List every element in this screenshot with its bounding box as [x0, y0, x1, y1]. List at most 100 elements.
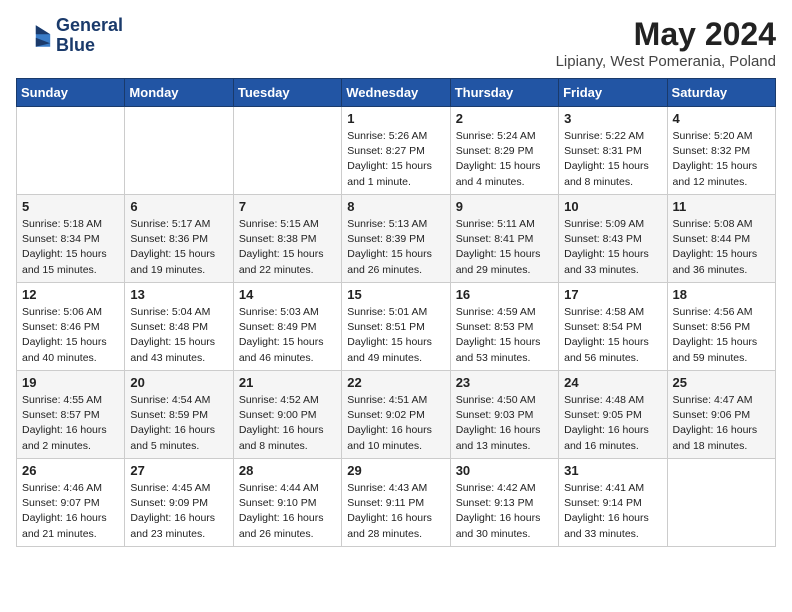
calendar-cell — [125, 107, 233, 195]
calendar-cell: 5 Sunrise: 5:18 AM Sunset: 8:34 PM Daylig… — [17, 195, 125, 283]
calendar-cell: 23 Sunrise: 4:50 AM Sunset: 9:03 PM Dayli… — [450, 371, 558, 459]
calendar-cell: 31 Sunrise: 4:41 AM Sunset: 9:14 PM Dayli… — [559, 459, 667, 547]
header-row: SundayMondayTuesdayWednesdayThursdayFrid… — [17, 79, 776, 107]
day-number: 8 — [347, 199, 444, 214]
calendar-cell: 20 Sunrise: 4:54 AM Sunset: 8:59 PM Dayli… — [125, 371, 233, 459]
day-number: 11 — [673, 199, 770, 214]
page-header: General Blue May 2024 Lipiany, West Pome… — [16, 16, 776, 70]
calendar-cell: 12Sunrise: 5:06 AM Sunset: 8:46 PM Dayli… — [17, 283, 125, 371]
cell-details: Sunrise: 5:15 AM Sunset: 8:38 PM Dayligh… — [239, 217, 336, 278]
calendar-cell: 17 Sunrise: 4:58 AM Sunset: 8:54 PM Dayli… — [559, 283, 667, 371]
cell-details: Sunrise: 5:11 AM Sunset: 8:41 PM Dayligh… — [456, 217, 553, 278]
weekday-header: Tuesday — [233, 79, 341, 107]
calendar-cell: 14Sunrise: 5:03 AM Sunset: 8:49 PM Dayli… — [233, 283, 341, 371]
weekday-header: Friday — [559, 79, 667, 107]
calendar-cell: 6 Sunrise: 5:17 AM Sunset: 8:36 PM Daylig… — [125, 195, 233, 283]
day-number: 9 — [456, 199, 553, 214]
day-number: 23 — [456, 375, 553, 390]
calendar-cell: 30Sunrise: 4:42 AM Sunset: 9:13 PM Dayli… — [450, 459, 558, 547]
weekday-header: Thursday — [450, 79, 558, 107]
day-number: 29 — [347, 463, 444, 478]
cell-details: Sunrise: 5:06 AM Sunset: 8:46 PM Dayligh… — [22, 305, 119, 366]
month-title: May 2024 — [556, 16, 776, 53]
calendar-cell: 4Sunrise: 5:20 AM Sunset: 8:32 PM Daylig… — [667, 107, 775, 195]
cell-details: Sunrise: 5:20 AM Sunset: 8:32 PM Dayligh… — [673, 129, 770, 190]
calendar-cell: 16 Sunrise: 4:59 AM Sunset: 8:53 PM Dayli… — [450, 283, 558, 371]
title-block: May 2024 Lipiany, West Pomerania, Poland — [556, 16, 776, 70]
cell-details: Sunrise: 5:13 AM Sunset: 8:39 PM Dayligh… — [347, 217, 444, 278]
calendar-cell — [17, 107, 125, 195]
cell-details: Sunrise: 5:18 AM Sunset: 8:34 PM Dayligh… — [22, 217, 119, 278]
day-number: 16 — [456, 287, 553, 302]
day-number: 30 — [456, 463, 553, 478]
cell-details: Sunrise: 4:56 AM Sunset: 8:56 PM Dayligh… — [673, 305, 770, 366]
day-number: 27 — [130, 463, 227, 478]
calendar-cell — [667, 459, 775, 547]
day-number: 20 — [130, 375, 227, 390]
calendar-cell: 8 Sunrise: 5:13 AM Sunset: 8:39 PM Daylig… — [342, 195, 450, 283]
day-number: 28 — [239, 463, 336, 478]
day-number: 31 — [564, 463, 661, 478]
cell-details: Sunrise: 5:26 AM Sunset: 8:27 PM Dayligh… — [347, 129, 444, 190]
cell-details: Sunrise: 4:58 AM Sunset: 8:54 PM Dayligh… — [564, 305, 661, 366]
day-number: 3 — [564, 111, 661, 126]
weekday-header: Sunday — [17, 79, 125, 107]
weekday-header: Saturday — [667, 79, 775, 107]
cell-details: Sunrise: 5:17 AM Sunset: 8:36 PM Dayligh… — [130, 217, 227, 278]
calendar-cell: 10Sunrise: 5:09 AM Sunset: 8:43 PM Dayli… — [559, 195, 667, 283]
day-number: 15 — [347, 287, 444, 302]
calendar-body: 1 Sunrise: 5:26 AM Sunset: 8:27 PM Daylig… — [17, 107, 776, 547]
day-number: 17 — [564, 287, 661, 302]
cell-details: Sunrise: 5:08 AM Sunset: 8:44 PM Dayligh… — [673, 217, 770, 278]
day-number: 14 — [239, 287, 336, 302]
calendar-cell: 18 Sunrise: 4:56 AM Sunset: 8:56 PM Dayli… — [667, 283, 775, 371]
day-number: 25 — [673, 375, 770, 390]
day-number: 26 — [22, 463, 119, 478]
day-number: 24 — [564, 375, 661, 390]
calendar-cell: 29 Sunrise: 4:43 AM Sunset: 9:11 PM Dayli… — [342, 459, 450, 547]
calendar-cell — [233, 107, 341, 195]
cell-details: Sunrise: 4:50 AM Sunset: 9:03 PM Dayligh… — [456, 393, 553, 454]
day-number: 7 — [239, 199, 336, 214]
cell-details: Sunrise: 4:45 AM Sunset: 9:09 PM Dayligh… — [130, 481, 227, 542]
calendar-week-row: 1 Sunrise: 5:26 AM Sunset: 8:27 PM Daylig… — [17, 107, 776, 195]
calendar-week-row: 26Sunrise: 4:46 AM Sunset: 9:07 PM Dayli… — [17, 459, 776, 547]
cell-details: Sunrise: 5:04 AM Sunset: 8:48 PM Dayligh… — [130, 305, 227, 366]
calendar-cell: 27 Sunrise: 4:45 AM Sunset: 9:09 PM Dayli… — [125, 459, 233, 547]
day-number: 2 — [456, 111, 553, 126]
cell-details: Sunrise: 4:52 AM Sunset: 9:00 PM Dayligh… — [239, 393, 336, 454]
calendar-cell: 13 Sunrise: 5:04 AM Sunset: 8:48 PM Dayli… — [125, 283, 233, 371]
calendar-cell: 28 Sunrise: 4:44 AM Sunset: 9:10 PM Dayli… — [233, 459, 341, 547]
calendar-cell: 15 Sunrise: 5:01 AM Sunset: 8:51 PM Dayli… — [342, 283, 450, 371]
cell-details: Sunrise: 5:22 AM Sunset: 8:31 PM Dayligh… — [564, 129, 661, 190]
calendar-week-row: 12Sunrise: 5:06 AM Sunset: 8:46 PM Dayli… — [17, 283, 776, 371]
calendar-cell: 25 Sunrise: 4:47 AM Sunset: 9:06 PM Dayli… — [667, 371, 775, 459]
cell-details: Sunrise: 5:01 AM Sunset: 8:51 PM Dayligh… — [347, 305, 444, 366]
day-number: 13 — [130, 287, 227, 302]
calendar-week-row: 19Sunrise: 4:55 AM Sunset: 8:57 PM Dayli… — [17, 371, 776, 459]
logo: General Blue — [16, 16, 123, 56]
cell-details: Sunrise: 4:48 AM Sunset: 9:05 PM Dayligh… — [564, 393, 661, 454]
weekday-header: Wednesday — [342, 79, 450, 107]
cell-details: Sunrise: 4:47 AM Sunset: 9:06 PM Dayligh… — [673, 393, 770, 454]
calendar-cell: 26Sunrise: 4:46 AM Sunset: 9:07 PM Dayli… — [17, 459, 125, 547]
calendar-table: SundayMondayTuesdayWednesdayThursdayFrid… — [16, 78, 776, 547]
day-number: 1 — [347, 111, 444, 126]
day-number: 18 — [673, 287, 770, 302]
cell-details: Sunrise: 4:54 AM Sunset: 8:59 PM Dayligh… — [130, 393, 227, 454]
calendar-cell: 1 Sunrise: 5:26 AM Sunset: 8:27 PM Daylig… — [342, 107, 450, 195]
weekday-header: Monday — [125, 79, 233, 107]
calendar-cell: 19Sunrise: 4:55 AM Sunset: 8:57 PM Dayli… — [17, 371, 125, 459]
day-number: 6 — [130, 199, 227, 214]
calendar-week-row: 5 Sunrise: 5:18 AM Sunset: 8:34 PM Daylig… — [17, 195, 776, 283]
day-number: 5 — [22, 199, 119, 214]
calendar-cell: 22Sunrise: 4:51 AM Sunset: 9:02 PM Dayli… — [342, 371, 450, 459]
cell-details: Sunrise: 4:44 AM Sunset: 9:10 PM Dayligh… — [239, 481, 336, 542]
calendar-cell: 24 Sunrise: 4:48 AM Sunset: 9:05 PM Dayli… — [559, 371, 667, 459]
cell-details: Sunrise: 4:59 AM Sunset: 8:53 PM Dayligh… — [456, 305, 553, 366]
calendar-cell: 2Sunrise: 5:24 AM Sunset: 8:29 PM Daylig… — [450, 107, 558, 195]
cell-details: Sunrise: 5:09 AM Sunset: 8:43 PM Dayligh… — [564, 217, 661, 278]
cell-details: Sunrise: 4:43 AM Sunset: 9:11 PM Dayligh… — [347, 481, 444, 542]
cell-details: Sunrise: 4:41 AM Sunset: 9:14 PM Dayligh… — [564, 481, 661, 542]
calendar-header: SundayMondayTuesdayWednesdayThursdayFrid… — [17, 79, 776, 107]
